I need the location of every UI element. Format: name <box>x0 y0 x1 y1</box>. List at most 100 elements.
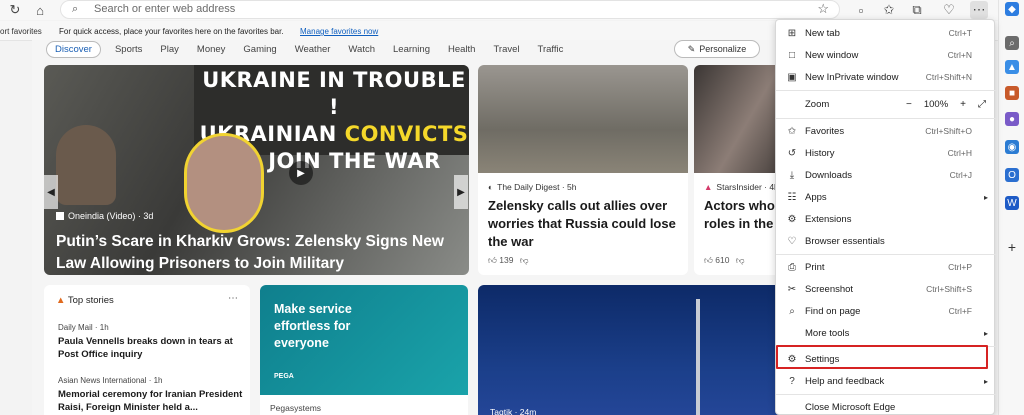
copilot-icon[interactable]: ◆ <box>1005 2 1019 16</box>
nav-sports[interactable]: Sports <box>115 44 142 55</box>
favorites-fragment[interactable]: ort favorites <box>0 27 42 36</box>
dislike-icon[interactable]: 👎︎ <box>736 255 745 265</box>
dislike-icon[interactable]: 👎︎ <box>520 255 529 265</box>
tools-icon[interactable]: ■ <box>1005 86 1019 100</box>
menu-item-new-tab[interactable]: ⊞ New tab Ctrl+T <box>776 22 996 44</box>
sponsored-card[interactable]: Make service effortless for everyone PEG… <box>260 285 468 415</box>
like-count: 610 <box>715 255 730 265</box>
story-title[interactable]: Paula Vennells breaks down in tears at P… <box>58 335 248 361</box>
m365-icon[interactable]: ◉ <box>1005 140 1019 154</box>
news-card-source-text: StarsInsider · 4h <box>716 182 779 192</box>
news-card-source-text: The Daily Digest · 5h <box>497 182 577 192</box>
menu-item-apps[interactable]: ☷ Apps ▸ <box>776 186 996 208</box>
favorites-icon[interactable]: ✩ <box>880 1 898 19</box>
nav-health[interactable]: Health <box>448 44 475 55</box>
menu-item-browser-essentials[interactable]: ♡ Browser essentials <box>776 230 996 252</box>
menu-item-shortcut: Ctrl+Shift+N <box>925 72 972 82</box>
favorite-star-icon[interactable]: ☆ <box>817 1 829 17</box>
menu-item-more-tools[interactable]: More tools ▸ <box>776 322 996 344</box>
menu-item-print[interactable]: ⎙ Print Ctrl+P <box>776 256 996 278</box>
nav-play[interactable]: Play <box>160 44 178 55</box>
story-source: Asian News International · 1h <box>58 376 163 385</box>
more-menu-icon[interactable]: ⋯ <box>970 1 988 19</box>
news-card[interactable]: ◐ The Daily Digest · 5h Zelensky calls o… <box>478 65 688 275</box>
menu-item-zoom: Zoom − 100% + ⤢ <box>776 93 996 115</box>
menu-item-shortcut: Ctrl+T <box>948 28 972 38</box>
word-icon[interactable]: W <box>1005 196 1019 210</box>
add-icon[interactable]: + <box>1005 239 1019 255</box>
list-item[interactable]: Asian News International · 1h Memorial c… <box>58 376 248 414</box>
split-screen-icon[interactable]: ▫ <box>852 1 870 19</box>
tag-icon[interactable]: ▲ <box>1005 60 1019 74</box>
hero-person-image <box>56 125 116 205</box>
play-icon[interactable]: ▶ <box>289 161 313 185</box>
search-icon[interactable]: ⌕ <box>1005 36 1019 50</box>
menu-item-inprivate[interactable]: ▣ New InPrivate window Ctrl+Shift+N <box>776 66 996 88</box>
menu-item-shortcut: Ctrl+Shift+O <box>925 126 972 136</box>
menu-item-shortcut: Ctrl+H <box>947 148 972 158</box>
like-count: 139 <box>499 255 514 265</box>
menu-item-new-window[interactable]: □ New window Ctrl+N <box>776 44 996 66</box>
fullscreen-icon[interactable]: ⤢ <box>978 99 986 110</box>
screenshot-icon: ✂ <box>787 283 797 295</box>
refresh-icon[interactable]: ↻ <box>6 1 24 19</box>
address-placeholder: Search or enter web address <box>94 3 236 15</box>
history-icon: ↺ <box>787 147 797 159</box>
menu-item-label: Browser essentials <box>805 235 885 247</box>
menu-divider <box>776 394 996 395</box>
hero-video-card[interactable]: UKRAINE IN TROUBLE ! UKRAINIAN CONVICTS … <box>44 65 469 275</box>
menu-divider <box>776 90 996 91</box>
nav-traffic[interactable]: Traffic <box>538 44 564 55</box>
zoom-out-button[interactable]: − <box>906 99 912 110</box>
list-item[interactable]: Daily Mail · 1h Paula Vennells breaks do… <box>58 323 248 361</box>
zoom-in-button[interactable]: + <box>960 99 966 110</box>
nav-gaming[interactable]: Gaming <box>243 44 276 55</box>
nav-money[interactable]: Money <box>197 44 226 55</box>
menu-item-extensions[interactable]: ⚙ Extensions <box>776 208 996 230</box>
more-options-icon[interactable]: ⋯ <box>228 293 238 304</box>
menu-item-label: More tools <box>805 327 850 339</box>
like-icon[interactable]: 👍︎ <box>704 255 713 265</box>
manage-favorites-link[interactable]: Manage favorites now <box>300 27 378 36</box>
pega-logo: PEGA <box>274 373 294 380</box>
news-card[interactable]: Taqtik · 24m <box>478 285 798 415</box>
news-card-image <box>478 65 688 173</box>
carousel-prev-icon[interactable]: ◀ <box>44 175 58 209</box>
personalize-label: Personalize <box>699 44 747 54</box>
gear-icon: ⚙ <box>787 353 797 365</box>
category-nav: Discover Sports Play Money Gaming Weathe… <box>46 40 581 58</box>
home-icon[interactable]: ⌂ <box>31 1 49 19</box>
nav-weather[interactable]: Weather <box>295 44 331 55</box>
menu-item-downloads[interactable]: ⤓ Downloads Ctrl+J <box>776 164 996 186</box>
personalize-button[interactable]: ✎ Personalize <box>674 40 760 58</box>
menu-item-help[interactable]: ? Help and feedback ▸ <box>776 370 996 392</box>
games-icon[interactable]: ● <box>1005 112 1019 126</box>
menu-item-settings[interactable]: ⚙ Settings <box>776 348 996 370</box>
nav-travel[interactable]: Travel <box>493 44 519 55</box>
menu-item-find-on-page[interactable]: ⌕ Find on page Ctrl+F <box>776 300 996 322</box>
collections-icon[interactable]: ⧉ <box>908 1 926 19</box>
address-bar[interactable]: ⌕ Search or enter web address ☆ <box>60 0 840 19</box>
menu-item-screenshot[interactable]: ✂ Screenshot Ctrl+Shift+S <box>776 278 996 300</box>
menu-item-close-edge[interactable]: Close Microsoft Edge <box>776 396 996 415</box>
menu-item-favorites[interactable]: ✩ Favorites Ctrl+Shift+O <box>776 120 996 142</box>
overlay-line-2-yellow: CONVICTS <box>344 122 469 146</box>
news-card-title[interactable]: Zelensky calls out allies over worries t… <box>488 197 683 251</box>
hero-title[interactable]: Putin’s Scare in Kharkiv Grows: Zelensky… <box>56 231 466 275</box>
like-icon[interactable]: 👍︎ <box>488 255 497 265</box>
zoom-controls: − 100% + ⤢ <box>906 99 986 110</box>
nav-learning[interactable]: Learning <box>393 44 430 55</box>
outlook-icon[interactable]: O <box>1005 168 1019 182</box>
favorites-icon: ✩ <box>787 125 797 137</box>
story-title[interactable]: Memorial ceremony for Iranian President … <box>58 388 248 414</box>
menu-item-label: Screenshot <box>805 283 854 295</box>
nav-discover[interactable]: Discover <box>46 40 101 58</box>
menu-item-label: History <box>805 147 835 159</box>
hero-source-text: Oneindia (Video) · 3d <box>68 211 154 221</box>
browser-essentials-icon[interactable]: ♡ <box>940 1 958 19</box>
carousel-next-icon[interactable]: ▶ <box>454 175 468 209</box>
menu-item-history[interactable]: ↺ History Ctrl+H <box>776 142 996 164</box>
menu-item-shortcut: Ctrl+Shift+S <box>926 284 972 294</box>
menu-item-label: Find on page <box>805 305 861 317</box>
nav-watch[interactable]: Watch <box>348 44 375 55</box>
